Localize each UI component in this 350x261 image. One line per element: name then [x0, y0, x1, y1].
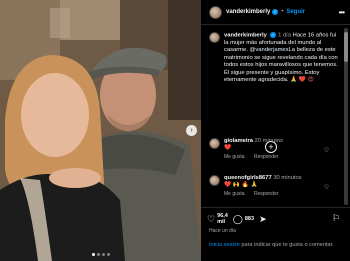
comment-username[interactable]: giolameira	[224, 138, 253, 144]
login-link[interactable]: Inicia sesión	[209, 242, 240, 248]
photo-illustration	[0, 0, 201, 261]
caption-avatar[interactable]	[209, 32, 220, 43]
likes-count: 96,4 mil	[217, 213, 228, 225]
comments-count: 883	[244, 216, 255, 222]
panel-scrollbar[interactable]	[344, 28, 348, 205]
comments-scroll-area[interactable]: vanderkimberly ✓ 1 día Hace 16 años fui …	[201, 25, 341, 206]
comment-item: queenofgirls8677 30 minutos ❤️ 🙌 🔥 🙏 Me …	[209, 175, 302, 198]
comment-like-heart-icon[interactable]: ♡	[324, 147, 329, 154]
comment-meta: Me gusta Responder	[224, 154, 286, 161]
caption-mention[interactable]: @vanderjames	[249, 47, 288, 53]
post-actions: ♡ 96,4 mil ◯ 883 ➤ ⚐ Hace un día Inicia …	[201, 207, 350, 261]
heart-icon[interactable]: ♡	[207, 214, 215, 225]
caption-verified-icon: ✓	[270, 32, 277, 38]
next-photo-button[interactable]: ›	[186, 125, 197, 136]
caption-emojis: 🙏 ❤️ 😍	[290, 76, 314, 83]
chevron-right-icon: ›	[190, 127, 193, 134]
post-header: vanderkimberly ✓ • Seguir •••	[201, 0, 350, 25]
comment-reply-link[interactable]: Responder	[254, 191, 278, 197]
post-side-panel: vanderkimberly ✓ • Seguir ••• vanderkimb…	[201, 0, 350, 261]
comment-text: ❤️ 🙌 🔥 🙏	[224, 182, 258, 188]
comment-body: giolameira 20 minutos ❤️ Me gusta Respon…	[224, 138, 286, 161]
carousel-dot-4	[107, 253, 110, 256]
comment-body: queenofgirls8677 30 minutos ❤️ 🙌 🔥 🙏 Me …	[224, 175, 302, 198]
caption-time: 1 día	[278, 32, 292, 39]
comment-avatar[interactable]	[209, 175, 220, 186]
more-icon[interactable]: •••	[339, 8, 345, 17]
comment-like-link[interactable]: Me gusta	[224, 191, 245, 197]
follow-button[interactable]: Seguir	[286, 9, 305, 15]
comment-icon[interactable]: ◯	[233, 214, 243, 225]
comment-time: 30 minutos	[273, 175, 302, 181]
avatar[interactable]	[209, 5, 222, 19]
login-prompt: Inicia sesión para indicar que te gusta …	[209, 242, 334, 248]
caption-body: vanderkimberly ✓ 1 día Hace 16 años fui …	[224, 32, 341, 84]
comment-avatar[interactable]	[209, 138, 220, 149]
carousel-dot-3	[102, 253, 105, 256]
action-row: ♡ 96,4 mil ◯ 883 ➤	[207, 213, 269, 225]
carousel-dot-2	[97, 253, 100, 256]
posted-time: Hace un día	[209, 228, 236, 234]
comment-time: 20 minutos	[254, 138, 283, 144]
separator: •	[281, 9, 284, 15]
verified-icon: ✓	[272, 9, 279, 15]
comment-like-link[interactable]: Me gusta	[224, 154, 245, 160]
comment-reply-link[interactable]: Responder	[254, 154, 278, 160]
bookmark-icon[interactable]: ⚐	[332, 213, 340, 224]
caption: vanderkimberly ✓ 1 día Hace 16 años fui …	[201, 25, 341, 84]
comment-text: ❤️	[224, 145, 232, 151]
login-prompt-text: para indicar que te gusta o comentar.	[239, 242, 334, 248]
comment-like-heart-icon[interactable]: ♡	[324, 184, 329, 191]
caption-username[interactable]: vanderkimberly	[224, 33, 267, 39]
scrollbar-thumb[interactable]	[344, 32, 348, 62]
carousel-dot-1	[92, 253, 95, 256]
header-username[interactable]: vanderkimberly	[226, 9, 270, 15]
comment-username[interactable]: queenofgirls8677	[224, 175, 272, 181]
carousel-indicator	[92, 253, 110, 256]
share-icon[interactable]: ➤	[259, 214, 267, 225]
likes-unit: mil	[217, 219, 226, 225]
comment-meta: Me gusta Responder	[224, 191, 302, 198]
post-photo[interactable]: ›	[0, 0, 201, 261]
comment-item: giolameira 20 minutos ❤️ Me gusta Respon…	[209, 138, 286, 161]
instagram-post: › vanderkimberly ✓ • Seguir ••• vanderki…	[0, 0, 350, 261]
